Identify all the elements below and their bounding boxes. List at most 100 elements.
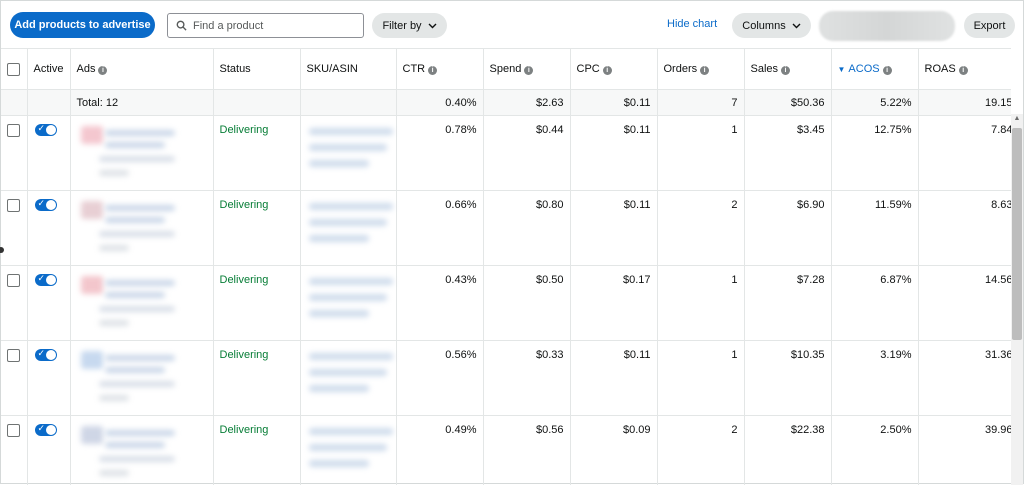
- roas-value: 14.56: [918, 266, 1011, 341]
- roas-value: 7.84: [918, 116, 1011, 191]
- acos-value: 2.50%: [831, 416, 918, 485]
- col-cpc[interactable]: CPCi: [570, 49, 657, 90]
- chevron-down-icon: [428, 23, 437, 29]
- total-label: Total: 12: [70, 90, 213, 116]
- total-cell-empty: [300, 90, 396, 116]
- col-status-label: Status: [220, 63, 251, 75]
- col-sku-label: SKU/ASIN: [307, 63, 358, 75]
- ad-cell[interactable]: [70, 116, 213, 191]
- col-acos[interactable]: ▼ACOS i: [831, 49, 918, 90]
- col-cpc-label: CPC: [577, 63, 600, 75]
- ad-cell[interactable]: [70, 266, 213, 341]
- table-row: ✓Delivering0.66%$0.80$0.112$6.9011.59%8.…: [1, 191, 1011, 266]
- cpc-value: $0.17: [570, 266, 657, 341]
- sku-cell: [300, 116, 396, 191]
- toggle-on-icon[interactable]: ✓: [35, 349, 57, 361]
- cpc-value: $0.09: [570, 416, 657, 485]
- info-icon[interactable]: i: [883, 66, 892, 75]
- redacted-ad-image: [77, 199, 185, 259]
- sales-value: $10.35: [744, 341, 831, 416]
- ad-cell[interactable]: [70, 416, 213, 485]
- redacted-sku: [307, 349, 397, 399]
- col-acos-label: ACOS: [848, 63, 879, 75]
- total-sales: $50.36: [744, 90, 831, 116]
- sku-cell: [300, 191, 396, 266]
- hide-chart-link[interactable]: Hide chart: [667, 18, 717, 30]
- search-input[interactable]: [193, 20, 353, 32]
- search-box[interactable]: [167, 13, 364, 38]
- export-label: Export: [974, 20, 1006, 32]
- col-orders[interactable]: Ordersi: [657, 49, 744, 90]
- add-products-button[interactable]: Add products to advertise: [10, 12, 155, 38]
- col-roas[interactable]: ROASi: [918, 49, 1011, 90]
- table-row: ✓Delivering0.56%$0.33$0.111$10.353.19%31…: [1, 341, 1011, 416]
- filter-by-button[interactable]: Filter by: [372, 13, 447, 38]
- redacted-sku: [307, 124, 397, 174]
- row-checkbox[interactable]: [7, 274, 20, 287]
- info-icon[interactable]: i: [959, 66, 968, 75]
- col-ads[interactable]: Adsi: [70, 49, 213, 90]
- ad-cell[interactable]: [70, 191, 213, 266]
- spend-value: $0.44: [483, 116, 570, 191]
- row-checkbox-cell: [1, 266, 27, 341]
- filter-by-label: Filter by: [382, 20, 421, 32]
- table-row: ✓Delivering0.78%$0.44$0.111$3.4512.75%7.…: [1, 116, 1011, 191]
- row-checkbox[interactable]: [7, 424, 20, 437]
- total-spend: $2.63: [483, 90, 570, 116]
- scrollbar-thumb[interactable]: [1012, 128, 1022, 340]
- ads-table: Active Adsi Status SKU/ASIN CTRi Spendi …: [1, 48, 1011, 485]
- col-sku[interactable]: SKU/ASIN: [300, 49, 396, 90]
- redacted-control[interactable]: [819, 11, 955, 41]
- columns-label: Columns: [742, 20, 785, 32]
- status-text: Delivering: [213, 341, 300, 416]
- columns-button[interactable]: Columns: [732, 13, 811, 38]
- ctr-value: 0.49%: [396, 416, 483, 485]
- status-text: Delivering: [213, 191, 300, 266]
- scroll-up-arrow[interactable]: ▲: [1011, 115, 1023, 127]
- sales-value: $3.45: [744, 116, 831, 191]
- cpc-value: $0.11: [570, 191, 657, 266]
- orders-value: 1: [657, 266, 744, 341]
- row-checkbox[interactable]: [7, 124, 20, 137]
- toggle-on-icon[interactable]: ✓: [35, 274, 57, 286]
- sku-cell: [300, 266, 396, 341]
- active-cell: ✓: [27, 191, 70, 266]
- toggle-on-icon[interactable]: ✓: [35, 199, 57, 211]
- sku-cell: [300, 416, 396, 485]
- orders-value: 2: [657, 416, 744, 485]
- col-orders-label: Orders: [664, 63, 698, 75]
- info-icon[interactable]: i: [524, 66, 533, 75]
- info-icon[interactable]: i: [700, 66, 709, 75]
- total-cpc: $0.11: [570, 90, 657, 116]
- info-icon[interactable]: i: [98, 66, 107, 75]
- col-spend-label: Spend: [490, 63, 522, 75]
- cpc-value: $0.11: [570, 116, 657, 191]
- sort-down-icon: ▼: [838, 65, 846, 74]
- row-checkbox[interactable]: [7, 199, 20, 212]
- toggle-on-icon[interactable]: ✓: [35, 124, 57, 136]
- info-icon[interactable]: i: [603, 66, 612, 75]
- total-ctr: 0.40%: [396, 90, 483, 116]
- sku-cell: [300, 341, 396, 416]
- col-sales[interactable]: Salesi: [744, 49, 831, 90]
- row-checkbox[interactable]: [7, 349, 20, 362]
- ad-cell[interactable]: [70, 341, 213, 416]
- col-spend[interactable]: Spendi: [483, 49, 570, 90]
- active-cell: ✓: [27, 416, 70, 485]
- select-all-checkbox[interactable]: [7, 63, 20, 76]
- export-button[interactable]: Export: [964, 13, 1015, 38]
- total-cell-empty: [27, 90, 70, 116]
- total-cell-empty: [1, 90, 27, 116]
- toggle-on-icon[interactable]: ✓: [35, 424, 57, 436]
- toolbar: Add products to advertise Filter by Hide…: [1, 1, 1023, 48]
- acos-value: 11.59%: [831, 191, 918, 266]
- info-icon[interactable]: i: [781, 66, 790, 75]
- spend-value: $0.33: [483, 341, 570, 416]
- cpc-value: $0.11: [570, 341, 657, 416]
- info-icon[interactable]: i: [428, 66, 437, 75]
- col-ctr[interactable]: CTRi: [396, 49, 483, 90]
- spend-value: $0.50: [483, 266, 570, 341]
- col-active[interactable]: Active: [27, 49, 70, 90]
- orders-value: 2: [657, 191, 744, 266]
- col-status[interactable]: Status: [213, 49, 300, 90]
